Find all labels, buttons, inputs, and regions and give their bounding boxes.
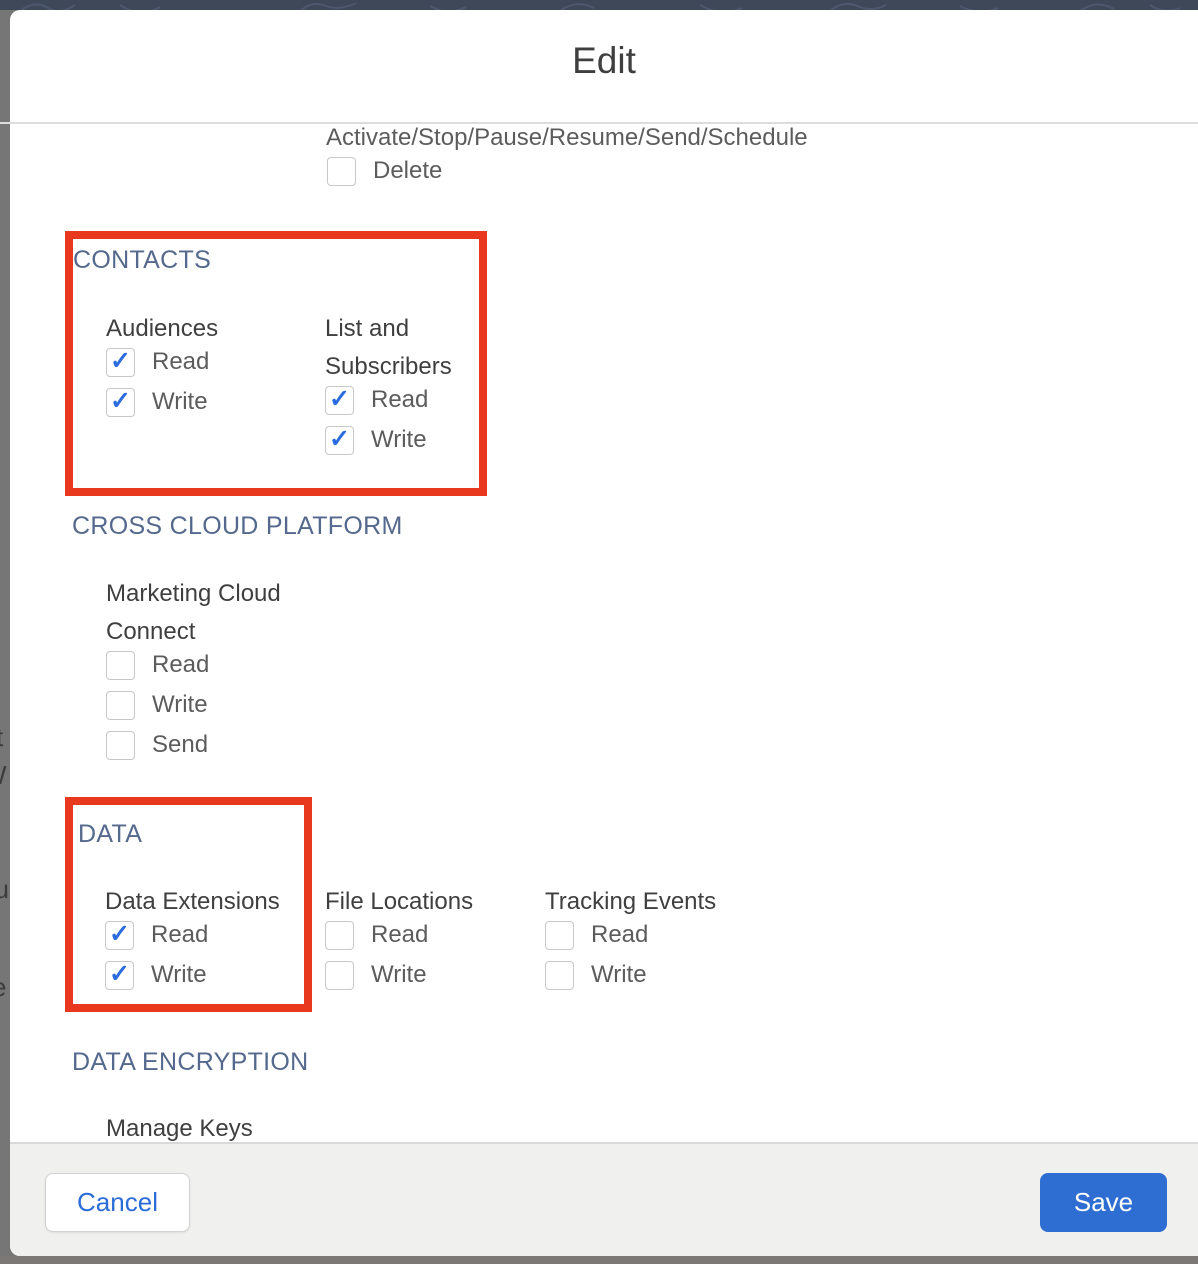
group-data-extensions: Data Extensions ✓ Read ✓ Write: [105, 883, 320, 989]
section-title-data-encryption: DATA ENCRYPTION: [72, 1048, 308, 1077]
data-extensions-write-checkbox[interactable]: ✓: [105, 961, 134, 990]
file-locations-read-checkbox[interactable]: [325, 921, 354, 950]
checkbox-label: Write: [151, 961, 207, 989]
audiences-write-checkbox[interactable]: ✓: [106, 388, 135, 417]
permission-row: Write: [325, 961, 540, 989]
list-subscribers-write-checkbox[interactable]: ✓: [325, 426, 354, 455]
mc-connect-send-checkbox[interactable]: [106, 731, 135, 760]
dimmed-page-bottom-edge: [0, 1256, 1198, 1264]
checkmark-icon: ✓: [110, 349, 131, 374]
data-extensions-read-checkbox[interactable]: ✓: [105, 921, 134, 950]
checkmark-icon: ✓: [109, 922, 130, 947]
permission-row: Write: [106, 691, 321, 719]
cancel-button[interactable]: Cancel: [45, 1173, 190, 1232]
screen: t W au e Edit Activate/Stop/Pause/Resume…: [0, 0, 1198, 1264]
group-list-and-subscribers: List and Subscribers ✓ Read ✓ Write: [325, 310, 475, 454]
file-locations-write-checkbox[interactable]: [325, 961, 354, 990]
background-app-header-bar: [0, 0, 1198, 10]
permission-row: ✓ Read: [105, 921, 320, 949]
tracking-events-read-checkbox[interactable]: [545, 921, 574, 950]
group-audiences: Audiences ✓ Read ✓ Write: [106, 310, 321, 416]
checkbox-label: Read: [151, 921, 208, 949]
clipped-text-fragment: au: [0, 874, 9, 905]
group-name: Tracking Events: [545, 883, 760, 921]
audiences-read-checkbox[interactable]: ✓: [106, 348, 135, 377]
permission-overflow-label: Activate/Stop/Pause/Resume/Send/Schedule: [326, 124, 808, 152]
group-tracking-events: Tracking Events Read Write: [545, 883, 760, 989]
group-file-locations: File Locations Read Write: [325, 883, 540, 989]
checkbox-label: Write: [152, 388, 208, 416]
clipped-text-fragment: e: [0, 972, 6, 1003]
checkbox-label: Write: [591, 961, 647, 989]
checkbox-label: Read: [371, 386, 428, 414]
permission-row: Read: [325, 921, 540, 949]
group-name: Marketing Cloud Connect: [106, 575, 321, 651]
list-subscribers-read-checkbox[interactable]: ✓: [325, 386, 354, 415]
clipped-text-fragment: W: [0, 760, 7, 791]
modal-title: Edit: [10, 40, 1198, 82]
delete-checkbox-label: Delete: [373, 157, 442, 185]
permission-row: ✓ Write: [106, 388, 321, 416]
permission-row: Read: [106, 651, 321, 679]
group-name: Data Extensions: [105, 883, 320, 921]
permission-row: ✓ Write: [325, 426, 475, 454]
tracking-events-write-checkbox[interactable]: [545, 961, 574, 990]
delete-checkbox[interactable]: [327, 157, 356, 186]
group-name: List and Subscribers: [325, 310, 475, 386]
checkmark-icon: ✓: [329, 427, 350, 452]
mc-connect-read-checkbox[interactable]: [106, 651, 135, 680]
save-button[interactable]: Save: [1040, 1173, 1167, 1232]
checkmark-icon: ✓: [110, 389, 131, 414]
checkbox-label: Write: [371, 961, 427, 989]
dimmed-page-left-edge: t W au e: [0, 10, 10, 1264]
permission-row: ✓ Read: [325, 386, 475, 414]
clipped-text-fragment: t: [0, 722, 3, 753]
permission-row: Send: [106, 731, 321, 759]
group-name: Audiences: [106, 310, 321, 348]
header-squiggle-pattern: [0, 3, 1198, 10]
permission-row: Write: [545, 961, 760, 989]
checkbox-label: Write: [152, 691, 208, 719]
checkbox-label: Read: [591, 921, 648, 949]
section-title-contacts: CONTACTS: [73, 246, 211, 275]
group-marketing-cloud-connect: Marketing Cloud Connect Read Write Send: [106, 575, 321, 759]
checkbox-label: Write: [371, 426, 427, 454]
permission-row: ✓ Read: [106, 348, 321, 376]
checkbox-label: Read: [152, 348, 209, 376]
permission-row: ✓ Write: [105, 961, 320, 989]
checkmark-icon: ✓: [109, 962, 130, 987]
checkmark-icon: ✓: [329, 387, 350, 412]
checkbox-label: Read: [371, 921, 428, 949]
delete-permission-row: Delete: [327, 157, 442, 185]
section-title-cross-cloud-platform: CROSS CLOUD PLATFORM: [72, 512, 403, 541]
checkbox-label: Send: [152, 731, 208, 759]
checkbox-label: Read: [152, 651, 209, 679]
section-title-data: DATA: [78, 820, 142, 849]
mc-connect-write-checkbox[interactable]: [106, 691, 135, 720]
permission-row: Read: [545, 921, 760, 949]
group-name: File Locations: [325, 883, 540, 921]
